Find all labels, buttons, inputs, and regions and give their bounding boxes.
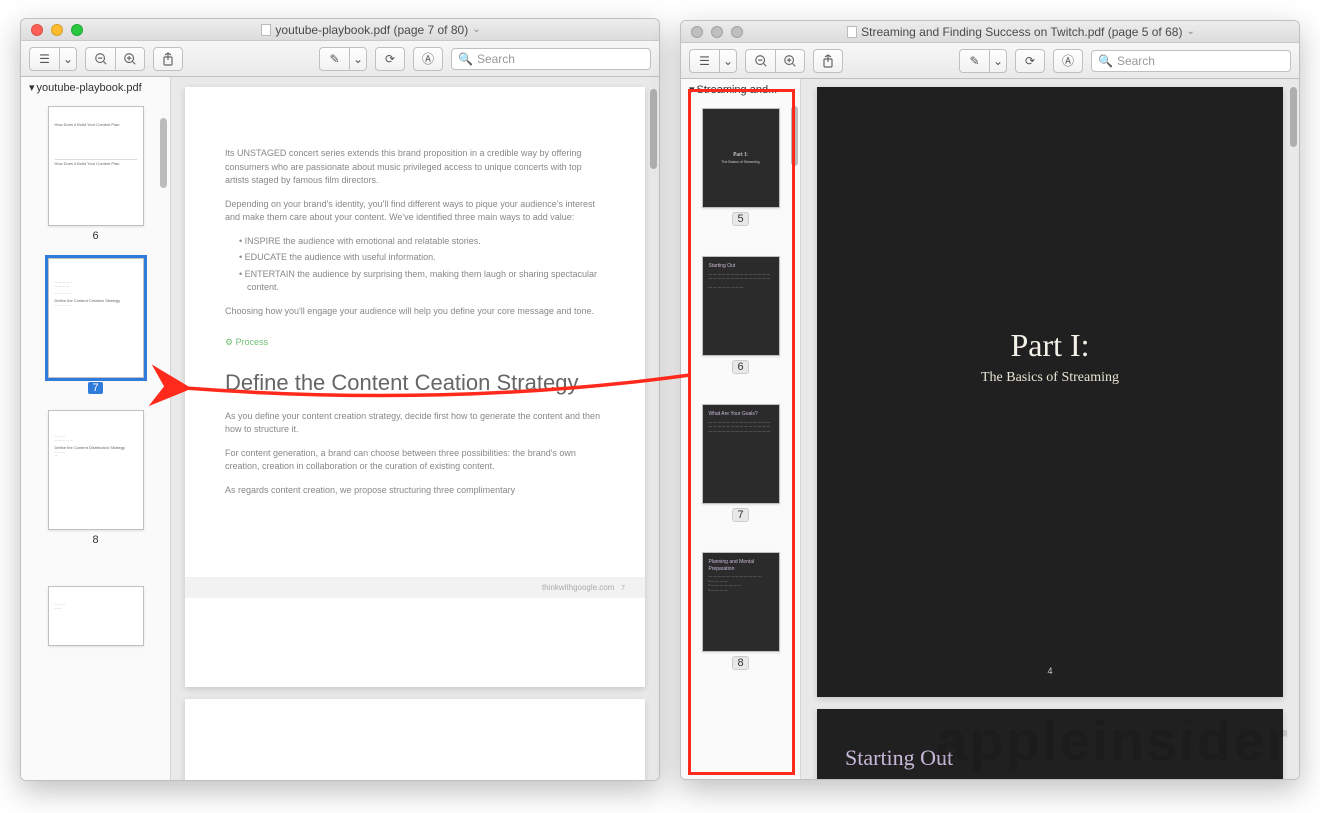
list-item: ENTERTAIN the audience by surprising the… — [239, 268, 605, 295]
sidebar-toggle-button[interactable]: ☰ — [29, 47, 59, 71]
document-icon — [261, 24, 271, 36]
thumb-number: 5 — [732, 212, 748, 226]
zoom-in-button[interactable] — [115, 47, 145, 71]
zoom-in-button[interactable] — [775, 49, 805, 73]
titlebar[interactable]: Streaming and Finding Success on Twitch.… — [681, 21, 1299, 43]
paragraph: As you define your content creation stra… — [225, 410, 605, 437]
chevron-down-icon[interactable]: ⌄ — [1186, 26, 1194, 37]
page-footer: thinkwithgoogle.com 7 — [185, 577, 645, 598]
paragraph: For content generation, a brand can choo… — [225, 447, 605, 474]
search-icon: 🔍 — [1098, 54, 1113, 68]
markup-button[interactable]: Ⓐ — [1053, 49, 1083, 73]
close-icon[interactable] — [691, 26, 703, 38]
thumb-number: 6 — [88, 230, 102, 242]
pdf-page-5: Part I: The Basics of Streaming 4 — [817, 87, 1283, 697]
highlight-menu-button[interactable]: ⌄ — [349, 47, 367, 71]
process-label: Process — [225, 336, 605, 350]
paragraph: As regards content creation, we propose … — [225, 484, 605, 498]
paragraph: Its UNSTAGED concert series extends this… — [225, 147, 605, 188]
page-title: Part I: — [817, 327, 1283, 364]
list-item: EDUCATE the audience with useful informa… — [239, 251, 605, 265]
pdf-page-7: Its UNSTAGED concert series extends this… — [185, 87, 645, 687]
zoom-out-button[interactable] — [85, 47, 115, 71]
thumbnail-page-7[interactable]: What Are Your Goals?— — — — — — — — — — … — [699, 404, 783, 522]
toolbar: ☰ ⌄ ✎ ⌄ ⟳ Ⓐ 🔍 Search — [681, 43, 1299, 79]
page-number: 4 — [817, 666, 1283, 676]
window-title: Streaming and Finding Success on Twitch.… — [743, 25, 1299, 39]
thumb-number: 7 — [732, 508, 748, 522]
list-item: INSPIRE the audience with emotional and … — [239, 235, 605, 249]
toolbar: ☰ ⌄ ✎ ⌄ ⟳ Ⓐ 🔍 Search — [21, 41, 659, 77]
rotate-button[interactable]: ⟳ — [375, 47, 405, 71]
triangle-down-icon: ▾ — [689, 83, 695, 96]
sidebar-toggle-button[interactable]: ☰ — [689, 49, 719, 73]
zoom-icon[interactable] — [71, 24, 83, 36]
scrollbar-thumb[interactable] — [160, 118, 167, 188]
thumb-number: 6 — [732, 360, 748, 374]
close-icon[interactable] — [31, 24, 43, 36]
thumbnail-page-7[interactable]: — — — — —— — — —— — — — —Define the Cont… — [46, 258, 146, 394]
search-icon: 🔍 — [458, 52, 473, 66]
share-button[interactable] — [153, 47, 183, 71]
document-view[interactable]: Part I: The Basics of Streaming 4 Starti… — [801, 79, 1299, 779]
pdf-page-8: types of content in the following framew… — [185, 699, 645, 780]
zoom-icon[interactable] — [731, 26, 743, 38]
scrollbar-thumb[interactable] — [791, 106, 798, 166]
highlight-menu-button[interactable]: ⌄ — [989, 49, 1007, 73]
preview-window-twitch: Streaming and Finding Success on Twitch.… — [680, 20, 1300, 780]
thumbnail-sidebar: ▾ Streaming and... Part I:The Basics of … — [681, 79, 801, 779]
preview-window-youtube: youtube-playbook.pdf (page 7 of 80) ⌄ ☰ … — [20, 18, 660, 781]
thumb-number: 8 — [88, 534, 102, 546]
minimize-icon[interactable] — [51, 24, 63, 36]
document-icon — [847, 26, 857, 38]
thumb-number: 8 — [732, 656, 748, 670]
thumbnail-page-8[interactable]: Planning and Mental Preparation— — — — —… — [699, 552, 783, 670]
highlight-button[interactable]: ✎ — [959, 49, 989, 73]
triangle-down-icon: ▾ — [29, 81, 35, 94]
sidebar-menu-button[interactable]: ⌄ — [719, 49, 737, 73]
search-input[interactable]: 🔍 Search — [451, 48, 651, 70]
thumbnail-page-9[interactable]: — — —— — — [46, 586, 146, 646]
scrollbar-thumb[interactable] — [650, 89, 657, 169]
thumbnail-page-6[interactable]: Starting Out— — — — — — — — — — — — — — … — [699, 256, 783, 374]
thumb-number: 7 — [88, 382, 102, 394]
paragraph: types of content in the following framew… — [225, 779, 605, 780]
sidebar-header[interactable]: ▾ youtube-playbook.pdf — [21, 77, 170, 98]
chevron-down-icon[interactable]: ⌄ — [472, 24, 480, 35]
thumbnail-sidebar: ▾ youtube-playbook.pdf How Does it Build… — [21, 77, 171, 780]
minimize-icon[interactable] — [711, 26, 723, 38]
window-title: youtube-playbook.pdf (page 7 of 80) ⌄ — [83, 23, 659, 37]
pdf-page-6: Starting Out New broadcasters have a cha… — [817, 709, 1283, 779]
page-subtitle: The Basics of Streaming — [817, 370, 1283, 386]
paragraph: Choosing how you'll engage your audience… — [225, 305, 605, 319]
thumbnail-page-5[interactable]: Part I:The Basics of Streaming 5 — [699, 108, 783, 226]
scrollbar-thumb[interactable] — [1290, 87, 1297, 147]
search-input[interactable]: 🔍 Search — [1091, 50, 1291, 72]
thumbnail-page-8[interactable]: — — —— — — — —Define the Content Distrib… — [46, 410, 146, 546]
paragraph: Depending on your brand's identity, you'… — [225, 198, 605, 225]
sidebar-header[interactable]: ▾ Streaming and... — [681, 79, 800, 100]
sidebar-menu-button[interactable]: ⌄ — [59, 47, 77, 71]
section-heading: Define the Content Ceation Strategy — [225, 370, 605, 396]
document-view[interactable]: Its UNSTAGED concert series extends this… — [171, 77, 659, 780]
thumbnail-page-6[interactable]: How Does it Build Your Content PlanHow D… — [46, 106, 146, 242]
section-heading: Starting Out — [845, 745, 1255, 771]
zoom-out-button[interactable] — [745, 49, 775, 73]
share-button[interactable] — [813, 49, 843, 73]
highlight-button[interactable]: ✎ — [319, 47, 349, 71]
rotate-button[interactable]: ⟳ — [1015, 49, 1045, 73]
titlebar[interactable]: youtube-playbook.pdf (page 7 of 80) ⌄ — [21, 19, 659, 41]
markup-button[interactable]: Ⓐ — [413, 47, 443, 71]
